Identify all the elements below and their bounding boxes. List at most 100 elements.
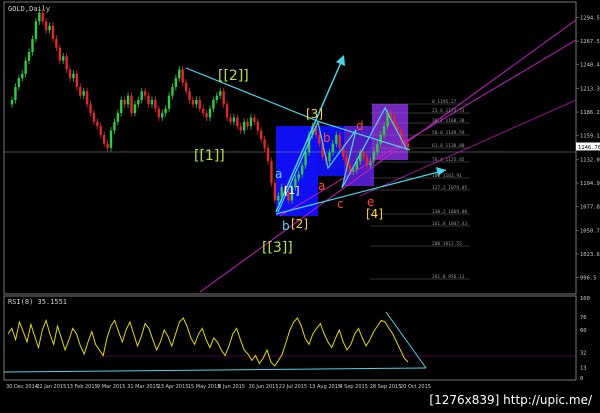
price-tick-label: 1104.9 [580, 181, 600, 187]
rsi-tick-label: 32 [580, 350, 587, 356]
fib-level-label: 61.8 1138.80 [432, 143, 465, 149]
candle-body [184, 82, 188, 92]
candle-body [123, 100, 126, 105]
candle-body [273, 182, 277, 201]
candle-body [171, 86, 174, 96]
wave-label-c-red: c [337, 197, 344, 211]
candle-body [34, 21, 38, 39]
wave-label-1-minor: [1] [284, 184, 300, 197]
candle-body [89, 104, 92, 114]
candle-body [318, 134, 321, 144]
fib-level-label: 127.2 1079.05 [432, 185, 468, 191]
candle-body [120, 100, 123, 114]
candle-body [219, 91, 222, 96]
candle-body [263, 139, 266, 148]
wave-label-3-minor: [3] [306, 107, 323, 121]
candle-body [41, 12, 44, 22]
candle-body [72, 73, 75, 79]
wave-label-a-cyan: a [275, 167, 282, 181]
price-tick-label: 1050.7 [580, 228, 600, 234]
price-tick-label: 1023.6 [580, 252, 600, 258]
candle-body [256, 121, 259, 131]
candle-body [246, 121, 249, 127]
candle-body [147, 95, 150, 105]
candle-body [58, 47, 61, 61]
wave-label-1-major: [[1]] [194, 148, 225, 164]
candle-body [164, 108, 167, 114]
wave-label-b-cyan: b [282, 219, 290, 233]
candle-body [379, 134, 382, 144]
wave-label-3-major: [[3]] [262, 240, 293, 256]
candle-body [260, 130, 263, 140]
candle-body [143, 91, 147, 96]
candle-body [174, 78, 178, 87]
wave-label-d-red: d [356, 119, 364, 133]
candle-body [232, 117, 236, 122]
candle-body [126, 95, 130, 105]
candle-body [109, 130, 113, 148]
candle-body [99, 126, 102, 135]
wave-label-2-minor: [2] [291, 217, 308, 231]
symbol-label: GOLD,Daily [8, 5, 50, 13]
candle-body [106, 143, 109, 148]
candle-body [229, 117, 232, 122]
rsi-tick-label: 0 [580, 376, 583, 382]
candle-body [280, 187, 283, 196]
price-tick-label: 996.5 [580, 276, 597, 282]
fib-level-label: 100 1103.91 [432, 173, 462, 179]
candle-body [297, 174, 300, 179]
channel-line-outer [199, 19, 577, 293]
rsi-trendline-lower [3, 367, 427, 373]
candle-body [212, 100, 215, 109]
candle-body [181, 69, 184, 83]
candle-body [44, 21, 48, 31]
price-tick-label: 1186.2 [580, 110, 600, 116]
candle-body [150, 100, 154, 105]
candle-body [92, 113, 96, 122]
candle-body [14, 86, 17, 100]
candle-body [222, 91, 225, 105]
candle-body [51, 25, 55, 39]
candle-body [331, 143, 335, 153]
fib-level-label: 38.2 1160.38 [432, 118, 465, 124]
candle-body [154, 100, 157, 109]
candle-body [48, 25, 51, 31]
candle-body [253, 117, 256, 122]
candle-body [96, 121, 99, 127]
wave-label-2-major: [[2]] [218, 68, 249, 84]
candle-body [31, 38, 34, 52]
rsi-tick-label: 13 [580, 366, 587, 372]
candle-body [10, 100, 14, 105]
wave-label-a-red: a [318, 179, 325, 193]
fib-level-label: 76.4 1125.45 [432, 157, 465, 163]
candle-body [195, 100, 198, 105]
candle-body [116, 113, 120, 122]
fib-level-label: 0 1195.27 [432, 99, 457, 105]
candle-body [102, 134, 106, 144]
candle-body [201, 108, 205, 114]
candle-body [270, 161, 273, 183]
candle-body [236, 117, 239, 127]
candle-body [21, 73, 24, 79]
candle-body [188, 91, 191, 100]
candle-body [191, 100, 195, 105]
candle-body [55, 38, 58, 48]
candle-body [225, 104, 229, 118]
price-tick-label: 1294.5 [580, 16, 600, 22]
candle-body [17, 78, 21, 87]
candle-body [239, 126, 242, 131]
candle-body [140, 91, 143, 100]
footer-caption[interactable]: [1276x839] http://upic.me/ [429, 393, 592, 407]
chart-canvas: GOLD,Daily RSI(8) 35.1551 1294.51267.512… [3, 1, 600, 390]
candle-body [79, 86, 82, 96]
candle-body [205, 113, 208, 118]
footer-bar: [1276x839] http://upic.me/ [0, 390, 600, 413]
candle-body [242, 121, 246, 131]
candle-body [266, 148, 270, 162]
wave-label-b-red: b [323, 131, 331, 145]
fib-level-label: 138.2 1069.00 [432, 209, 468, 215]
fib-level-label: 161.8 1047.43 [432, 221, 468, 227]
candle-body [328, 152, 331, 162]
rsi-tick-label: 76 [580, 315, 587, 321]
price-tick-label: 1267.5 [580, 39, 600, 45]
